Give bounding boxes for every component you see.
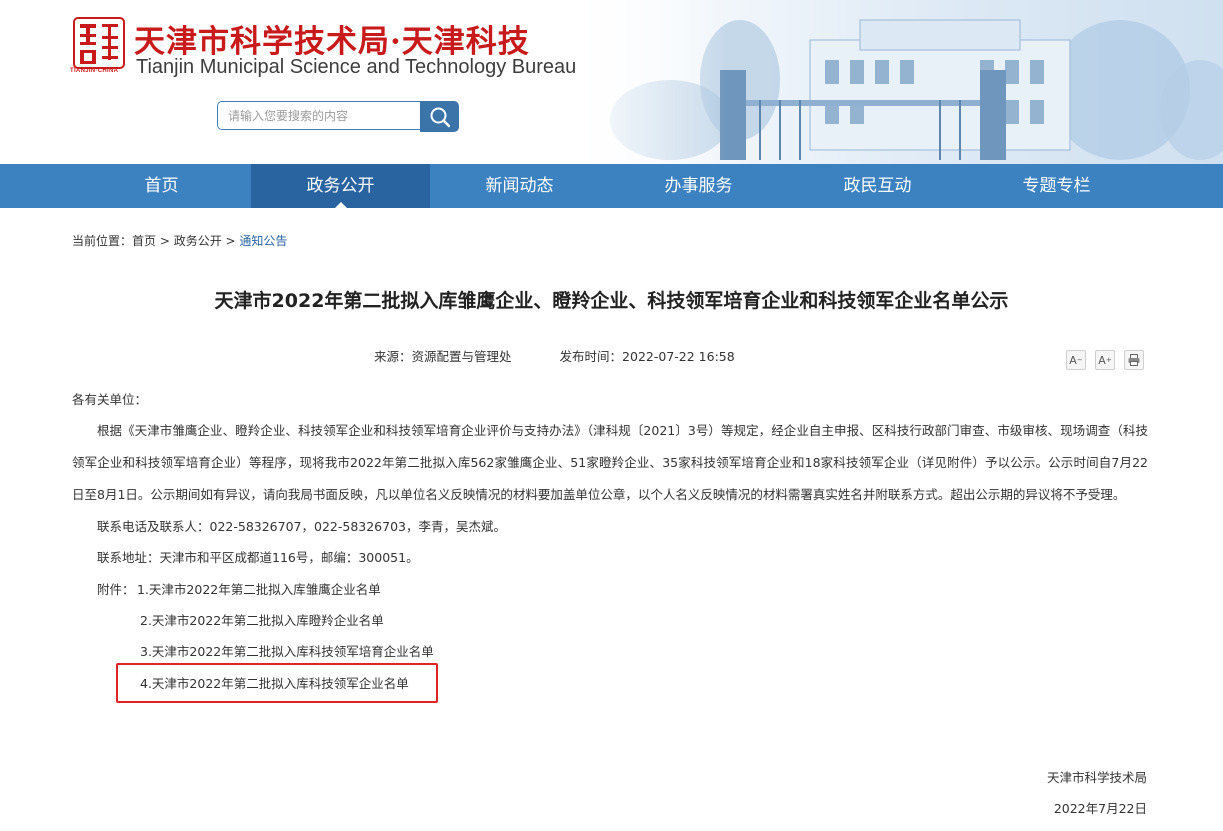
seal-caption: TIANJIN·CHINA — [70, 68, 119, 74]
breadcrumb-prefix: 当前位置： — [72, 234, 133, 248]
header-banner-image — [560, 0, 1223, 164]
article-title: 天津市2022年第二批拟入库雏鹰企业、瞪羚企业、科技领军培育企业和科技领军企业名… — [214, 290, 1009, 312]
highlight-annotation — [116, 663, 438, 703]
article-meta: 来源：资源配置与管理处 发布时间：2022-07-22 16:58 — [374, 346, 735, 365]
breadcrumb-government-affairs[interactable]: 政务公开 — [174, 234, 222, 248]
source-label: 来源： — [374, 349, 412, 364]
breadcrumb-separator: > — [156, 234, 174, 248]
attachments-label: 附件： — [97, 582, 135, 597]
time-label: 发布时间： — [559, 349, 623, 364]
contact-info: 联系电话及联系人：022-58326707，022-58326703，李青，吴杰… — [97, 519, 506, 534]
attachment-link-3[interactable]: 3.天津市2022年第二批拟入库科技领军培育企业名单 — [140, 641, 434, 660]
nav-item-services[interactable]: 办事服务 — [609, 164, 788, 208]
main-nav: 首页 政务公开 新闻动态 办事服务 政民互动 专题专栏 — [0, 164, 1223, 208]
site-name-cn: 天津市科学技术局·天津科技 — [134, 24, 530, 60]
breadcrumb-separator: > — [221, 234, 240, 248]
font-larger-button[interactable]: A + — [1095, 350, 1115, 370]
nav-item-government-affairs[interactable]: 政务公开 — [251, 164, 430, 208]
font-smaller-button[interactable]: A − — [1066, 350, 1086, 370]
source-value: 资源配置与管理处 — [411, 349, 512, 364]
site-header: TIANJIN·CHINA 天津市科学技术局·天津科技 Tianjin Muni… — [0, 0, 1223, 164]
search-button[interactable] — [420, 101, 459, 132]
search-input[interactable] — [217, 101, 420, 130]
nav-item-label: 政务公开 — [306, 176, 375, 196]
main-paragraph: 根据《天津市雏鹰企业、瞪羚企业、科技领军企业和科技领军培育企业评价与支持办法》（… — [72, 423, 1148, 502]
signature-org: 天津市科学技术局 — [1046, 770, 1147, 785]
active-indicator-icon — [334, 202, 347, 208]
nav-item-interaction[interactable]: 政民互动 — [788, 164, 967, 208]
breadcrumb: 当前位置：首页 > 政务公开 > 通知公告 — [72, 232, 287, 249]
attachment-link-1[interactable]: 1.天津市2022年第二批拟入库雏鹰企业名单 — [137, 579, 381, 598]
address-info: 联系地址：天津市和平区成都道116号，邮编：300051。 — [97, 550, 419, 565]
signature-date: 2022年7月22日 — [1053, 801, 1147, 816]
font-smaller-label: A — [1069, 353, 1077, 367]
attachment-link-2[interactable]: 2.天津市2022年第二批拟入库瞪羚企业名单 — [140, 610, 384, 629]
nav-item-home[interactable]: 首页 — [72, 164, 251, 208]
nav-item-news[interactable]: 新闻动态 — [430, 164, 609, 208]
nav-item-topics[interactable]: 专题专栏 — [967, 164, 1146, 208]
search-box — [217, 101, 459, 132]
search-icon — [430, 107, 450, 127]
greeting: 各有关单位： — [72, 392, 148, 407]
print-button[interactable] — [1124, 350, 1144, 370]
print-icon — [1128, 354, 1140, 366]
breadcrumb-home[interactable]: 首页 — [132, 234, 156, 248]
site-name-en: Tianjin Municipal Science and Technology… — [136, 56, 577, 78]
breadcrumb-notices[interactable]: 通知公告 — [239, 234, 287, 248]
time-value: 2022-07-22 16:58 — [622, 349, 735, 364]
font-larger-label: A — [1098, 353, 1106, 367]
